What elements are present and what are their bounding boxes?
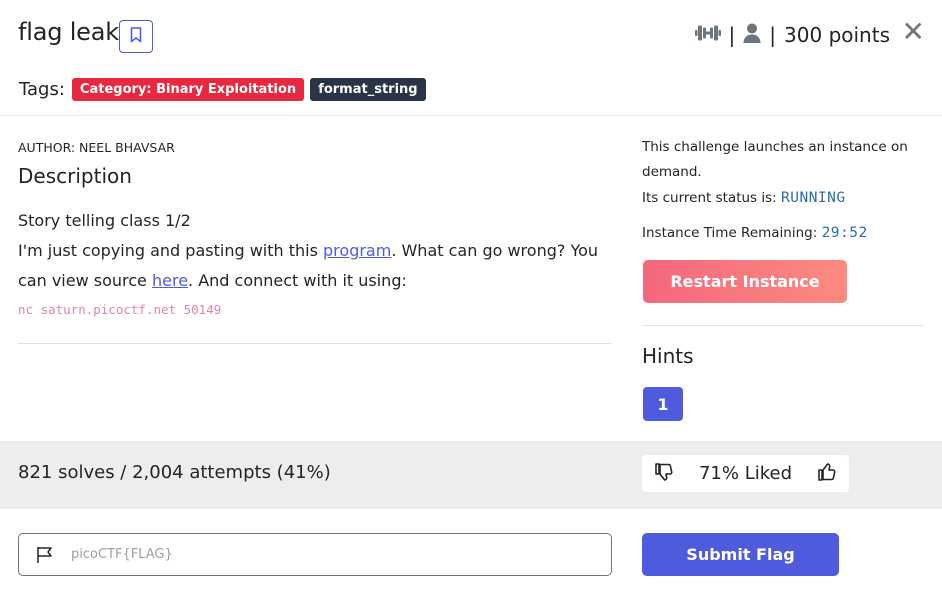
status-value: RUNNING xyxy=(781,190,846,206)
points-label: 300 points xyxy=(784,23,890,47)
divider xyxy=(18,343,612,344)
rating-box: 71% Liked xyxy=(642,455,849,492)
bookmark-icon xyxy=(130,27,142,46)
hints-heading: Hints xyxy=(642,344,694,368)
description-line: Story telling class 1/2 xyxy=(18,211,191,230)
solves-count: 821 solves / 2,004 attempts (41%) xyxy=(18,462,331,483)
time-value: 29:52 xyxy=(821,225,868,241)
close-icon[interactable]: ✕ xyxy=(902,18,925,46)
source-link[interactable]: here xyxy=(152,271,188,290)
thumbs-down-icon[interactable] xyxy=(654,462,674,486)
submit-flag-button[interactable]: Submit Flag xyxy=(642,533,839,576)
restart-instance-button[interactable]: Restart Instance xyxy=(643,260,847,303)
description-heading: Description xyxy=(18,164,132,188)
meta-separator: | xyxy=(769,23,777,47)
tags-row: Tags: Category: Binary Exploitation form… xyxy=(19,78,426,101)
liked-percentage: 71% Liked xyxy=(698,463,793,484)
divider xyxy=(642,325,924,326)
description-text: Story telling class 1/2 I'm just copying… xyxy=(18,206,612,296)
tag-category[interactable]: Category: Binary Exploitation xyxy=(71,78,305,101)
challenge-header: flag leak | | 300 points ✕ Tags: Categor… xyxy=(0,0,942,116)
hint-button-1[interactable]: 1 xyxy=(643,387,683,421)
flag-input[interactable] xyxy=(71,547,551,562)
bookmark-button[interactable] xyxy=(119,20,153,53)
description-text-part: I'm just copying and pasting with this xyxy=(18,241,324,260)
challenge-title: flag leak xyxy=(18,18,119,46)
status-label: Its current status is: xyxy=(642,190,777,206)
flag-icon xyxy=(36,546,54,564)
tags-label: Tags: xyxy=(19,79,65,100)
challenge-meta: | | 300 points xyxy=(694,22,890,48)
flag-input-group xyxy=(18,533,612,576)
meta-separator: | xyxy=(728,23,736,47)
description-text-part: . And connect with it using: xyxy=(188,271,407,290)
description-paragraph: I'm just copying and pasting with this p… xyxy=(18,236,612,296)
instance-status: Its current status is: RUNNING xyxy=(642,190,846,206)
tag-format-string[interactable]: format_string xyxy=(310,78,426,101)
user-icon xyxy=(743,23,761,48)
dumbbell-icon xyxy=(694,23,721,47)
time-label: Instance Time Remaining: xyxy=(642,225,818,241)
instance-timer: Instance Time Remaining: 29:52 xyxy=(642,225,868,241)
author-label: AUTHOR: NEEL BHAVSAR xyxy=(18,140,175,155)
program-link[interactable]: program xyxy=(323,241,391,260)
connect-command: nc saturn.picoctf.net 50149 xyxy=(18,302,222,317)
instance-intro: This challenge launches an instance on d… xyxy=(642,139,908,180)
thumbs-up-icon[interactable] xyxy=(817,462,837,486)
